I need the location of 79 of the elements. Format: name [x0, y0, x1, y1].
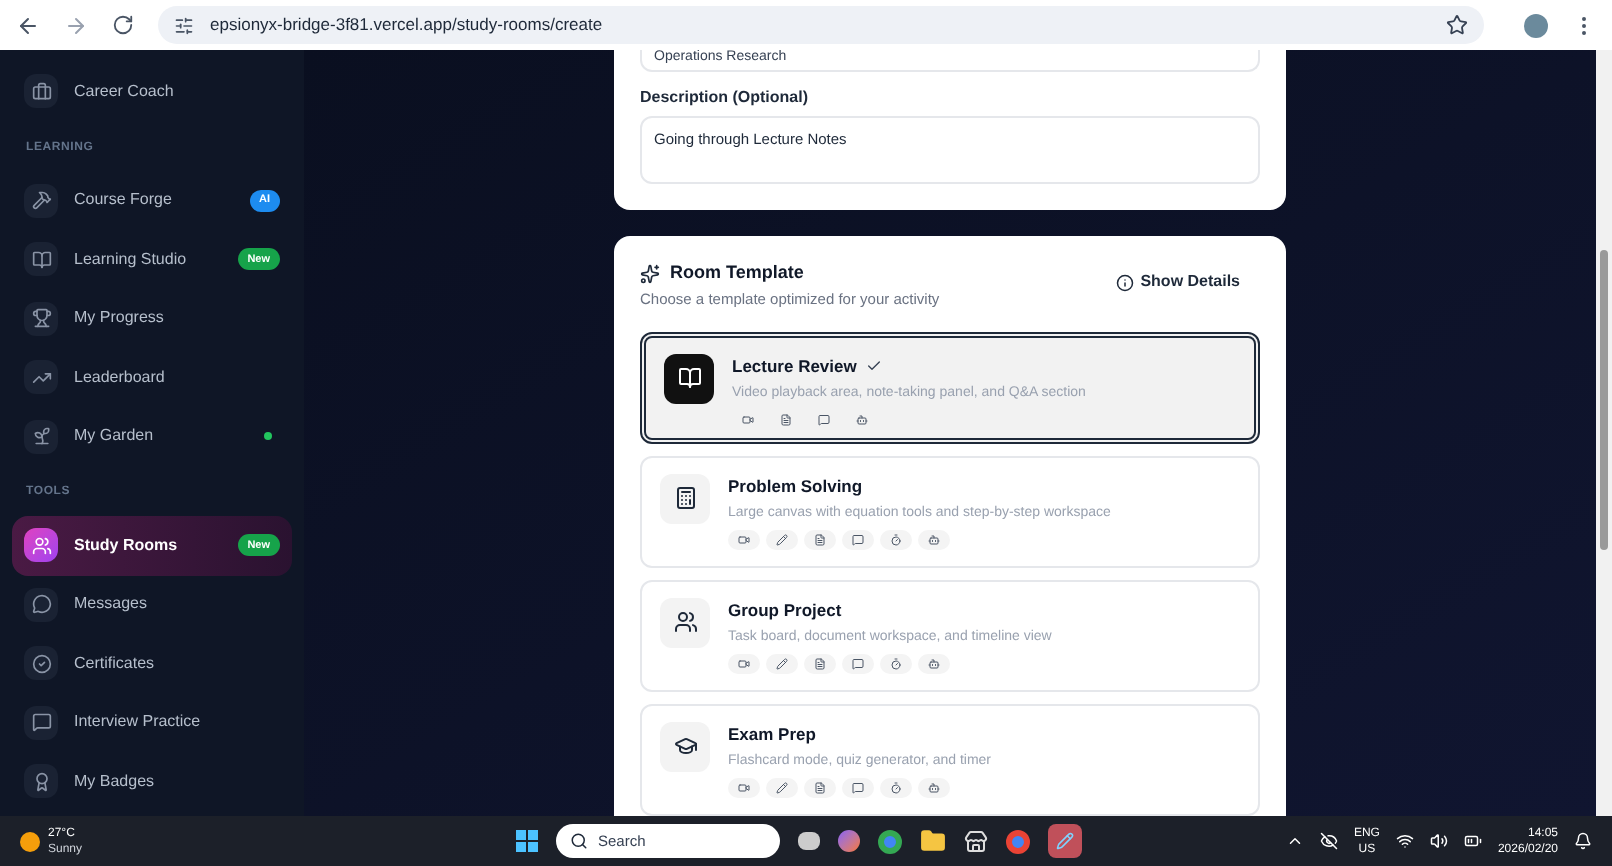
sidebar-item[interactable]: Certificates — [12, 634, 292, 693]
wifi-icon[interactable] — [1395, 832, 1414, 850]
chat-icon — [818, 414, 830, 426]
sun-icon — [20, 831, 40, 851]
forward-icon[interactable] — [64, 13, 88, 37]
reload-icon[interactable] — [112, 14, 134, 36]
template-name: Problem Solving — [728, 473, 863, 499]
chat-icon — [852, 782, 864, 794]
check-circle-icon — [31, 653, 51, 674]
info-icon — [1116, 273, 1135, 291]
sidebar-item[interactable]: My Progress — [12, 289, 292, 348]
document-icon — [780, 414, 792, 426]
browser-icon[interactable] — [878, 829, 902, 853]
video-icon — [742, 414, 754, 426]
chevron-up-icon[interactable] — [1285, 832, 1304, 850]
timer-icon — [890, 782, 902, 794]
sparkles-icon — [640, 263, 660, 284]
folder-icon[interactable] — [920, 828, 946, 854]
pencil-icon — [776, 534, 788, 546]
bot-icon — [928, 534, 940, 546]
pencil-icon — [776, 658, 788, 670]
chat-icon — [852, 658, 864, 670]
app-icon[interactable] — [1048, 824, 1082, 858]
check-icon — [866, 358, 883, 375]
sidebar-item[interactable]: Interview Practice — [12, 693, 292, 752]
users-icon — [673, 610, 697, 635]
start-icon[interactable] — [516, 830, 538, 852]
calculator-icon — [673, 486, 697, 511]
users-icon — [31, 535, 51, 556]
video-icon — [738, 534, 750, 546]
trophy-icon — [31, 308, 51, 329]
sidebar-item[interactable]: Messages — [12, 575, 292, 634]
notification-icon[interactable] — [1574, 832, 1592, 850]
section-title: Room Template — [670, 260, 804, 286]
message-icon — [31, 712, 51, 733]
template-name: Exam Prep — [728, 721, 816, 747]
url-text: epsionyx-bridge-3f81.vercel.app/study-rooms/create — [210, 12, 603, 38]
timer-icon — [890, 534, 902, 546]
sprout-icon — [31, 426, 51, 447]
template-name: Group Project — [728, 597, 842, 623]
description-label: Description (Optional) — [640, 86, 810, 110]
video-icon — [738, 782, 750, 794]
battery-icon[interactable] — [1463, 832, 1482, 850]
sidebar-item[interactable]: Leaderboard — [12, 348, 292, 407]
sidebar-item[interactable]: My Garden — [12, 407, 292, 466]
bookmark-star-icon[interactable] — [1446, 14, 1468, 36]
bot-icon — [928, 658, 940, 670]
bot-icon — [928, 782, 940, 794]
back-icon[interactable] — [16, 13, 40, 37]
briefcase-icon — [31, 81, 51, 102]
document-icon — [814, 534, 826, 546]
browser-icon[interactable] — [1006, 829, 1030, 853]
chat-icon — [852, 534, 864, 546]
scrollbar[interactable] — [1596, 50, 1612, 816]
chat-icon — [31, 594, 51, 615]
profile-avatar[interactable] — [1524, 13, 1548, 37]
show-details-button[interactable]: Show Details — [1116, 270, 1240, 294]
document-icon — [814, 658, 826, 670]
book-icon — [677, 366, 701, 391]
site-info-icon[interactable] — [174, 15, 194, 35]
video-icon — [738, 658, 750, 670]
store-icon[interactable] — [964, 829, 988, 853]
trend-icon — [31, 367, 51, 388]
hammer-icon — [31, 190, 51, 211]
eye-off-icon[interactable] — [1319, 832, 1338, 850]
volume-icon[interactable] — [1429, 832, 1448, 850]
search-icon — [570, 832, 588, 850]
book-icon — [31, 249, 51, 270]
award-icon — [31, 771, 51, 792]
timer-icon — [890, 658, 902, 670]
pencil-icon — [776, 782, 788, 794]
sidebar-item[interactable]: My Badges — [12, 752, 292, 811]
document-icon — [814, 782, 826, 794]
template-name: Lecture Review — [732, 353, 857, 379]
sidebar-item[interactable]: Career Coach — [12, 62, 292, 121]
bot-icon — [856, 414, 868, 426]
graduation-cap-icon — [673, 734, 697, 759]
pencil-icon — [1056, 832, 1074, 850]
address-bar[interactable]: epsionyx-bridge-3f81.vercel.app/study-rooms/create — [158, 6, 1484, 44]
